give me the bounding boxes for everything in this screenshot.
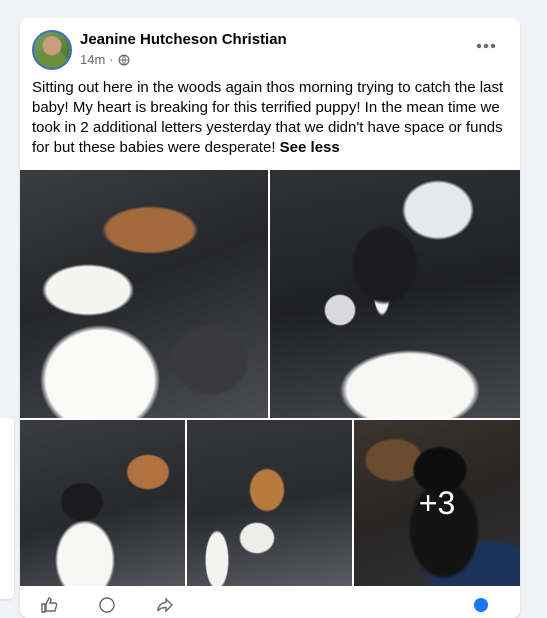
post-action-bar [20, 596, 520, 618]
post-photo-1[interactable] [20, 170, 268, 418]
post-body: Sitting out here in the woods again thos… [32, 78, 510, 158]
author-avatar[interactable] [32, 30, 72, 70]
post-header: Jeanine Hutcheson Christian 14m · [32, 30, 508, 70]
post-photo-4[interactable] [187, 420, 352, 586]
more-photos-count: +3 [418, 484, 456, 521]
author-name[interactable]: Jeanine Hutcheson Christian [80, 31, 287, 48]
post-time[interactable]: 14m [80, 52, 105, 67]
post-photo-3[interactable] [20, 420, 185, 586]
post-photo-2[interactable] [270, 170, 520, 418]
more-photos-overlay[interactable]: +3 [354, 420, 520, 586]
more-options-button[interactable] [470, 34, 502, 58]
feed-post: Jeanine Hutcheson Christian 14m · Sittin… [20, 18, 520, 618]
post-text: Sitting out here in the woods again thos… [32, 79, 504, 156]
more-horizontal-icon [476, 43, 496, 49]
post-photo-5[interactable]: +3 [354, 420, 520, 586]
post-meta: 14m · [80, 52, 130, 67]
adjacent-card-edge [0, 418, 14, 599]
globe-icon[interactable] [118, 54, 130, 66]
see-less-link[interactable]: See less [280, 139, 340, 156]
